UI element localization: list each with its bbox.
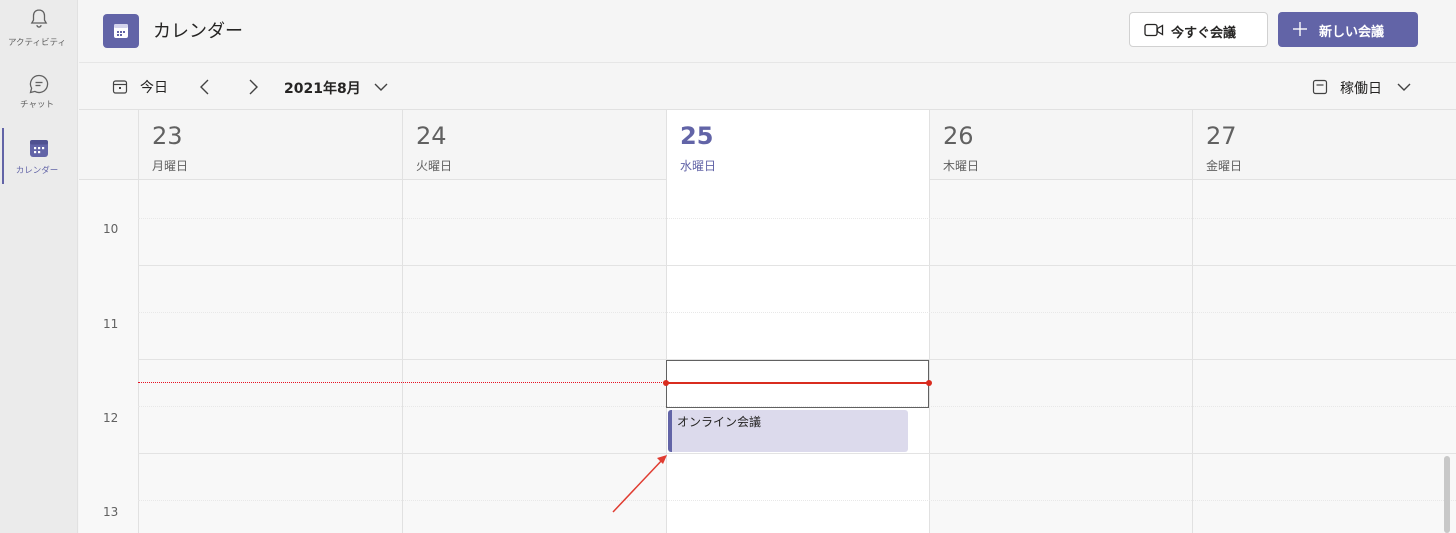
bell-icon bbox=[30, 9, 48, 28]
hour-label: 12 bbox=[103, 411, 119, 425]
hour-label: 11 bbox=[103, 317, 119, 331]
calendar-app-badge bbox=[103, 14, 139, 48]
month-picker[interactable]: 2021年8月 bbox=[284, 77, 394, 99]
day-name: 木曜日 bbox=[943, 159, 980, 173]
rail-label-chat: チャット bbox=[20, 100, 54, 110]
day-header-fri[interactable]: 27 金曜日 bbox=[1192, 110, 1456, 180]
current-time-line-dotted bbox=[138, 382, 666, 383]
calendar-toolbar: 今日 2021年8月 稼働日 bbox=[79, 63, 1456, 110]
event-title: オンライン会議 bbox=[677, 415, 762, 429]
rail-item-calendar[interactable]: カレンダー bbox=[0, 132, 78, 192]
calendar-event[interactable]: オンライン会議 bbox=[668, 410, 908, 452]
chevron-right-icon[interactable] bbox=[246, 78, 260, 96]
selected-time-slot[interactable] bbox=[666, 360, 929, 408]
calendar-today-icon bbox=[112, 80, 128, 94]
chevron-down-icon bbox=[1397, 83, 1411, 91]
work-week-icon bbox=[1312, 79, 1328, 95]
current-time-line bbox=[666, 382, 929, 384]
meet-now-label: 今すぐ会議 bbox=[1171, 26, 1237, 41]
day-name: 水曜日 bbox=[680, 159, 717, 173]
view-label: 稼働日 bbox=[1340, 81, 1382, 97]
hour-label: 10 bbox=[103, 222, 119, 236]
teams-calendar-window: アクティビティ チャット カレンダー カレンダー 今すぐ会議 新しい会議 今日 … bbox=[0, 0, 1456, 533]
rail-label-calendar: カレンダー bbox=[15, 166, 59, 176]
grid-line-hour bbox=[138, 265, 1456, 266]
today-label: 今日 bbox=[140, 80, 168, 96]
chat-icon bbox=[29, 74, 49, 94]
app-rail: アクティビティ チャット カレンダー bbox=[0, 0, 78, 533]
grid-line-hour bbox=[138, 453, 1456, 454]
day-name: 月曜日 bbox=[152, 159, 189, 173]
calendar-badge-icon bbox=[114, 24, 128, 38]
rail-item-chat[interactable]: チャット bbox=[0, 68, 78, 128]
calendar-icon bbox=[30, 140, 48, 157]
app-header: カレンダー 今すぐ会議 新しい会議 bbox=[79, 0, 1456, 63]
chevron-left-icon[interactable] bbox=[198, 78, 212, 96]
plus-icon bbox=[1293, 22, 1307, 36]
day-number: 23 bbox=[152, 122, 183, 150]
chevron-down-icon bbox=[374, 83, 388, 91]
day-column-wed[interactable] bbox=[666, 180, 929, 533]
day-name: 金曜日 bbox=[1206, 159, 1243, 173]
day-number: 27 bbox=[1206, 122, 1237, 150]
new-meeting-button[interactable]: 新しい会議 bbox=[1278, 12, 1418, 47]
new-meeting-label: 新しい会議 bbox=[1319, 25, 1385, 40]
video-camera-icon bbox=[1144, 23, 1164, 37]
rail-item-activity[interactable]: アクティビティ bbox=[0, 4, 78, 64]
day-column-tue[interactable] bbox=[402, 180, 666, 533]
vertical-scrollbar[interactable] bbox=[1444, 456, 1450, 533]
current-time-dot-left bbox=[663, 380, 669, 386]
day-header-thu[interactable]: 26 木曜日 bbox=[929, 110, 1192, 180]
day-header-mon[interactable]: 23 月曜日 bbox=[138, 110, 402, 180]
current-time-dot-right bbox=[926, 380, 932, 386]
day-header-tue[interactable]: 24 火曜日 bbox=[402, 110, 666, 180]
day-column-fri[interactable] bbox=[1192, 180, 1456, 533]
grid-line-half bbox=[138, 500, 1456, 501]
day-name: 火曜日 bbox=[416, 159, 453, 173]
day-column-mon[interactable] bbox=[138, 180, 402, 533]
meet-now-button[interactable]: 今すぐ会議 bbox=[1129, 12, 1268, 47]
calendar-grid: 10 11 12 13 オンライン会議 bbox=[79, 180, 1456, 533]
hour-label: 13 bbox=[103, 505, 119, 519]
day-header-wed-today[interactable]: 25 水曜日 bbox=[666, 110, 929, 180]
day-column-thu[interactable] bbox=[929, 180, 1192, 533]
day-number: 26 bbox=[943, 122, 974, 150]
day-number: 25 bbox=[680, 122, 714, 150]
month-label: 2021年8月 bbox=[284, 81, 361, 97]
page-title: カレンダー bbox=[153, 21, 243, 42]
grid-line-half bbox=[138, 218, 1456, 219]
day-header-row: 23 月曜日 24 火曜日 25 水曜日 26 木曜日 27 金曜日 bbox=[79, 110, 1456, 180]
view-switcher[interactable]: 稼働日 bbox=[1312, 77, 1422, 99]
rail-label-activity: アクティビティ bbox=[7, 38, 67, 48]
grid-line-half bbox=[138, 312, 1456, 313]
day-number: 24 bbox=[416, 122, 447, 150]
